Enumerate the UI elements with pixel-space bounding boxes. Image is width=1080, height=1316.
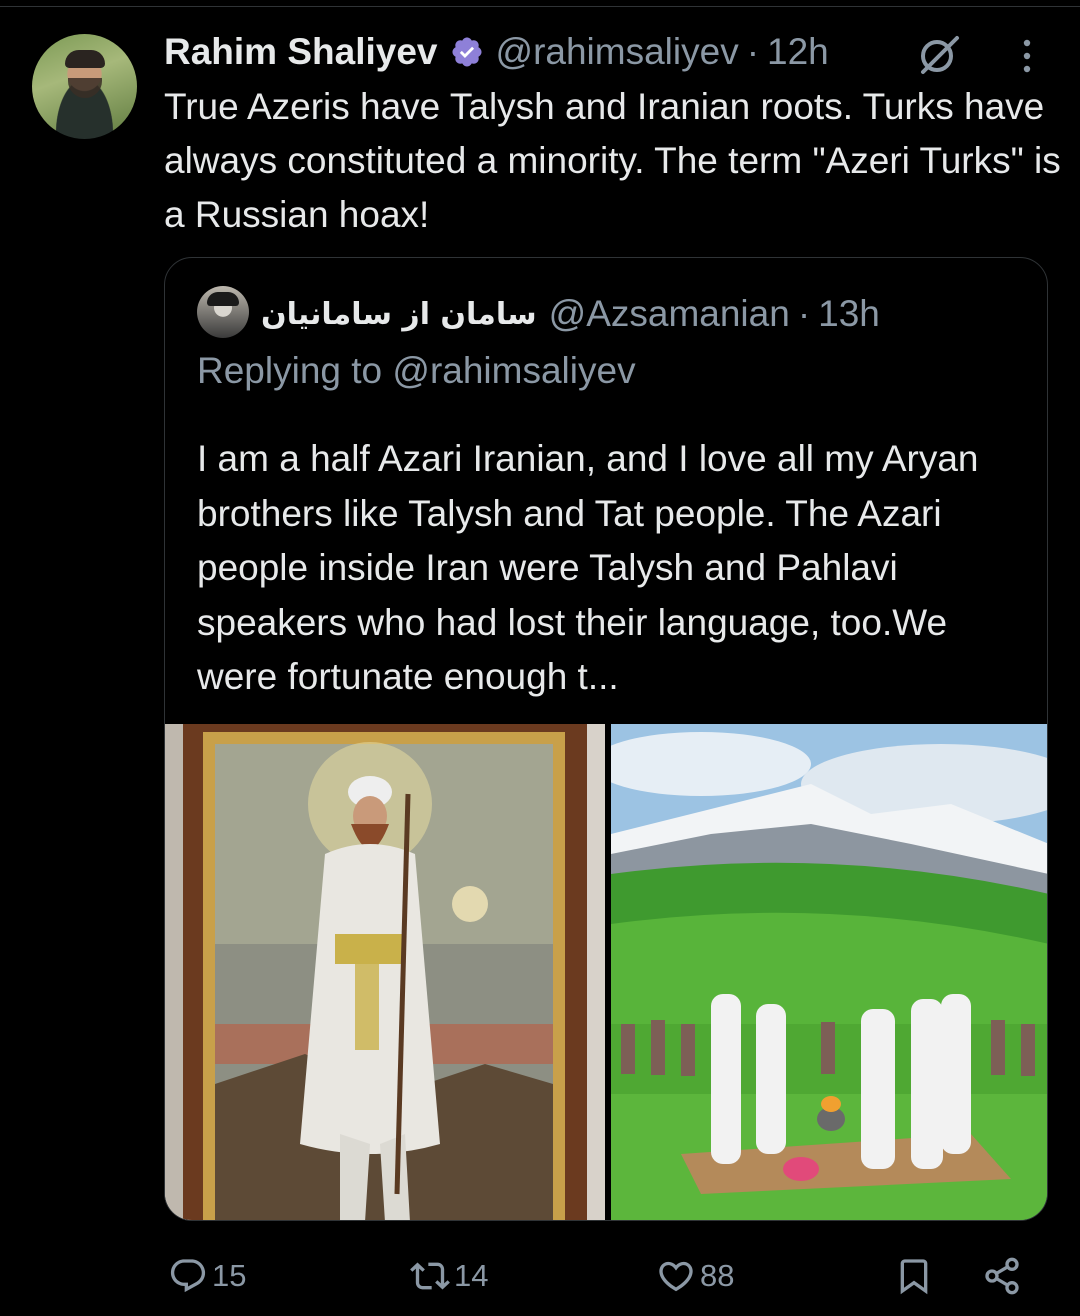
reply-count: 15: [212, 1258, 247, 1293]
quoted-timestamp[interactable]: 13h: [818, 293, 880, 335]
quoted-author-handle[interactable]: @Azsamanian: [549, 293, 790, 335]
painting-illustration: [165, 724, 605, 1220]
author-avatar[interactable]: [32, 34, 137, 139]
reply-action[interactable]: 15: [168, 1248, 246, 1304]
share-action[interactable]: [982, 1248, 1022, 1304]
quoted-avatar-hat: [207, 292, 239, 306]
reply-icon: [170, 1259, 206, 1293]
tweet-timestamp[interactable]: 12h: [767, 31, 829, 73]
quoted-header-separator: ·: [797, 293, 811, 334]
top-divider: [0, 6, 1080, 7]
media-image-ceremony[interactable]: [611, 724, 1047, 1220]
retweet-count: 14: [454, 1258, 489, 1293]
like-action[interactable]: 88: [656, 1248, 734, 1304]
grok-icon[interactable]: [917, 32, 961, 76]
more-vertical-icon[interactable]: [1012, 36, 1042, 76]
tweet-text: True Azeris have Talysh and Iranian root…: [164, 86, 1061, 235]
author-name[interactable]: Rahim Shaliyev: [164, 31, 438, 73]
ceremony-illustration: [611, 724, 1047, 1220]
tweet-action-bar: 15 14 88: [0, 1248, 1080, 1304]
quoted-media-grid: [165, 724, 1047, 1220]
avatar-hair: [65, 50, 105, 68]
quoted-author-avatar[interactable]: [197, 286, 249, 338]
avatar-beard: [68, 78, 102, 98]
like-count: 88: [700, 1258, 735, 1293]
header-separator: ·: [746, 31, 760, 72]
bookmark-icon: [900, 1259, 928, 1295]
like-icon: [659, 1261, 693, 1292]
quoted-tweet-card[interactable]: سامان از سامانیان @Azsamanian · 13h Repl…: [164, 257, 1048, 1221]
replying-to-line: Replying to @rahimsaliyev: [197, 350, 636, 392]
share-icon: [985, 1257, 1019, 1295]
retweet-action[interactable]: 14: [410, 1248, 488, 1304]
media-image-painting[interactable]: [165, 724, 605, 1220]
quoted-author-name[interactable]: سامان از سامانیان: [261, 297, 537, 332]
quoted-tweet-text: I am a half Azari Iranian, and I love al…: [197, 438, 979, 697]
replying-prefix: Replying to: [197, 350, 383, 391]
author-handle[interactable]: @rahimsaliyev: [496, 31, 739, 73]
retweet-icon: [410, 1262, 450, 1290]
bookmark-action[interactable]: [894, 1248, 934, 1304]
quoted-header: سامان از سامانیان @Azsamanian · 13h: [261, 286, 880, 342]
tweet-header: Rahim Shaliyev @rahimsaliyev · 12h: [164, 26, 829, 78]
verified-badge-icon[interactable]: [450, 35, 484, 69]
replying-mention[interactable]: @rahimsaliyev: [392, 350, 635, 391]
